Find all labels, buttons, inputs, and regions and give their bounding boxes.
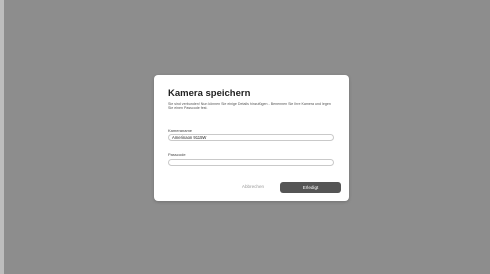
passcode-input[interactable] bbox=[168, 159, 334, 166]
camera-name-input[interactable] bbox=[168, 134, 334, 141]
window-edge bbox=[0, 0, 4, 274]
passcode-label: Passcode bbox=[168, 152, 186, 157]
modal-backdrop: Kamera speichern Sie sind verbunden! Nun… bbox=[0, 0, 490, 274]
cancel-button[interactable]: Abbrechen bbox=[232, 182, 274, 192]
done-button[interactable]: Erledigt bbox=[280, 182, 341, 193]
dialog-description: Sie sind verbunden! Nun können Sie einig… bbox=[168, 102, 331, 111]
save-camera-dialog: Kamera speichern Sie sind verbunden! Nun… bbox=[154, 75, 349, 201]
camera-name-label: Kameraname bbox=[168, 128, 193, 133]
dialog-title: Kamera speichern bbox=[168, 88, 251, 99]
